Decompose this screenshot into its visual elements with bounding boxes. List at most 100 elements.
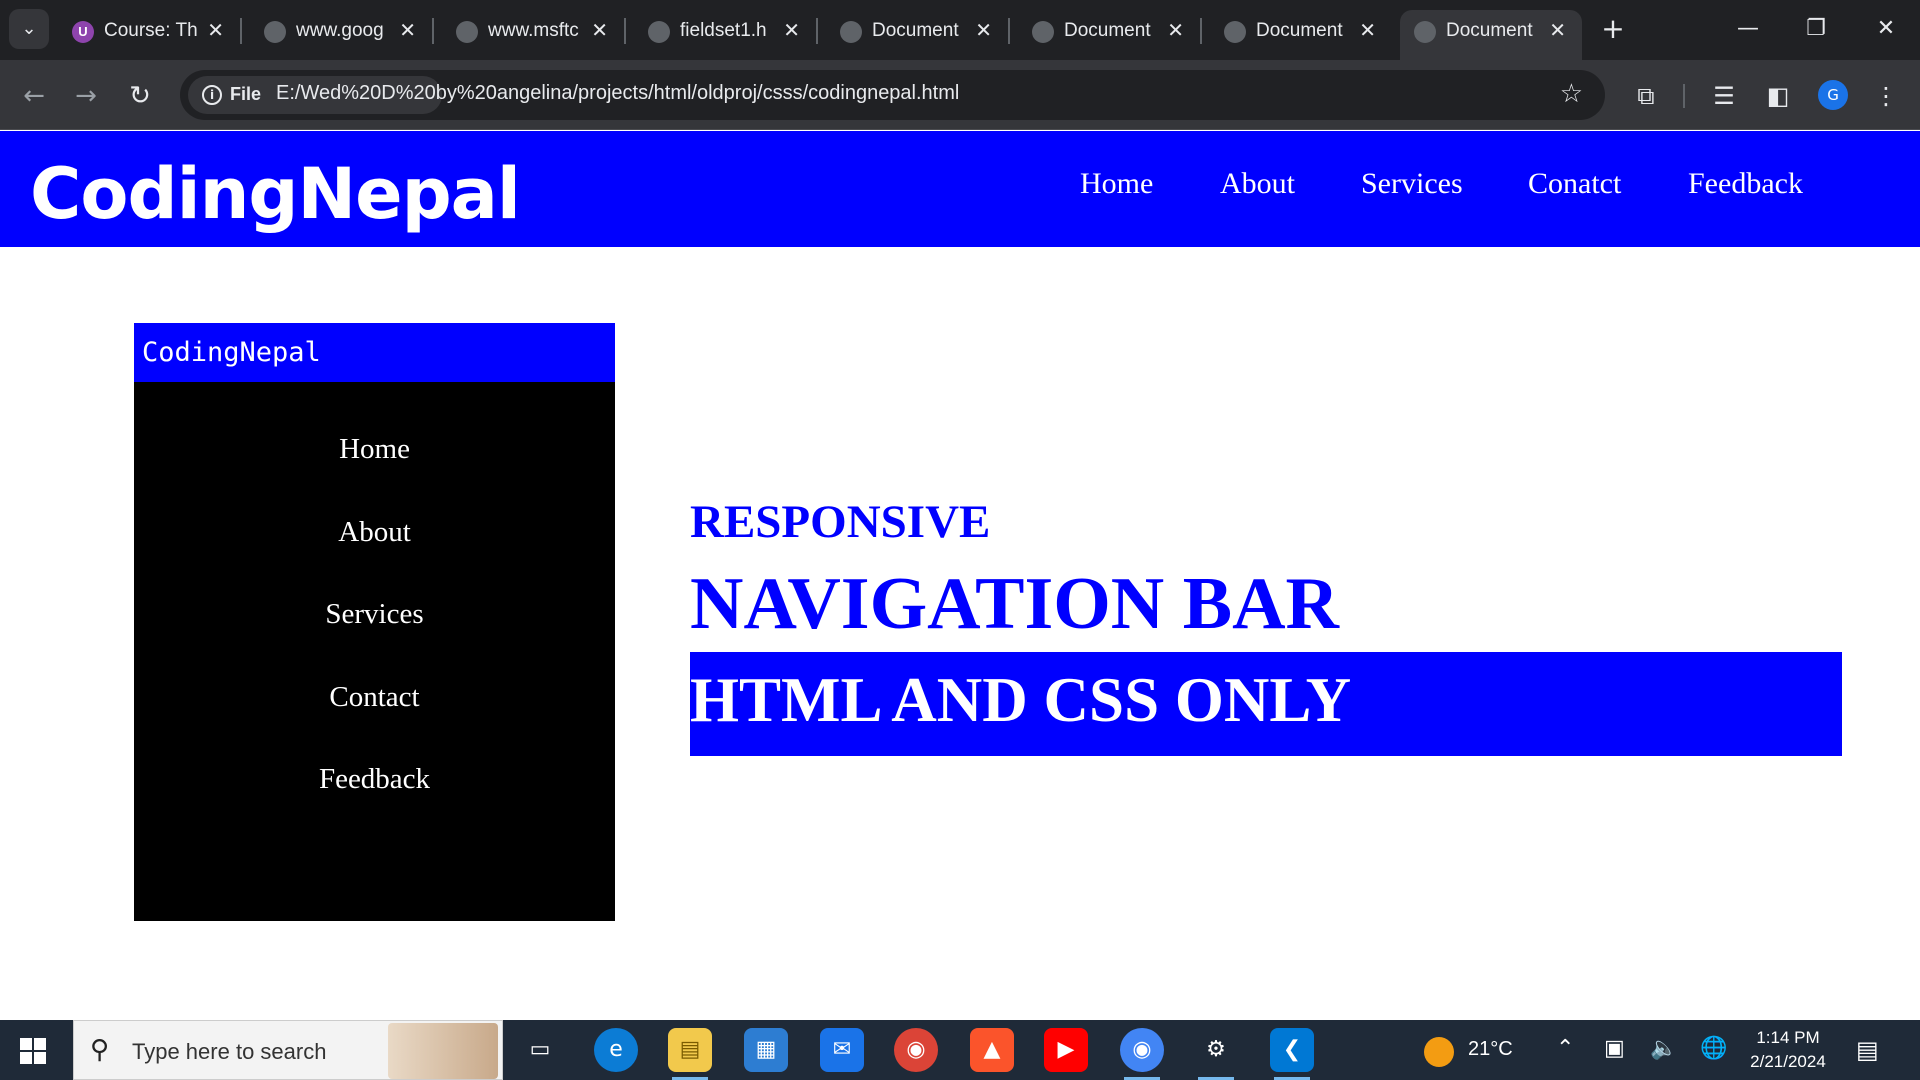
new-tab-button[interactable]: + xyxy=(1596,12,1630,46)
tab-separator xyxy=(624,18,626,44)
tab-title: Document xyxy=(1256,20,1343,41)
info-icon: i xyxy=(202,85,222,105)
close-tab-icon[interactable]: ✕ xyxy=(783,18,800,43)
file-explorer-icon[interactable]: ▤ xyxy=(668,1028,712,1080)
settings-gear-icon[interactable]: ⚙ xyxy=(1194,1028,1238,1080)
forward-icon[interactable]: → xyxy=(66,76,106,116)
tab-title: Document xyxy=(872,20,959,41)
web-page: CodingNepal Home About Services Conatct … xyxy=(0,131,1920,1020)
sidebar-item-about[interactable]: About xyxy=(134,516,615,549)
tab-separator xyxy=(432,18,434,44)
chrome-profile-icon[interactable]: ◉ xyxy=(1120,1028,1164,1080)
close-tab-icon[interactable]: ✕ xyxy=(399,18,416,43)
globe-icon xyxy=(840,21,862,43)
nav-link-about[interactable]: About xyxy=(1220,167,1295,201)
clock-time: 1:14 PM xyxy=(1756,1028,1820,1047)
windows-start-icon[interactable] xyxy=(20,1038,46,1064)
close-window-icon[interactable]: ✕ xyxy=(1866,12,1906,46)
tab-title: Document xyxy=(1446,20,1533,41)
side-panel-icon[interactable]: ◧ xyxy=(1760,78,1796,114)
close-tab-icon[interactable]: ✕ xyxy=(591,18,608,43)
search-placeholder: Type here to search xyxy=(132,1039,327,1064)
menu-kebab-icon[interactable]: ⋮ xyxy=(1868,78,1904,114)
nav-link-services[interactable]: Services xyxy=(1361,167,1463,201)
taskbar: ⚲ Type here to search ▭ e ▤ ▦ ✉ ◉ ▲ ▶ ◉ … xyxy=(0,1020,1920,1080)
sidebar-item-services[interactable]: Services xyxy=(134,598,615,631)
sidebar-title: CodingNepal xyxy=(134,323,615,382)
extensions-icon[interactable]: ⧉ xyxy=(1628,78,1664,114)
nav-link-home[interactable]: Home xyxy=(1080,167,1153,201)
task-view-icon[interactable]: ▭ xyxy=(518,1028,562,1072)
hero-banner: HTML AND CSS ONLY xyxy=(690,652,1842,756)
taskbar-search-box[interactable]: ⚲ Type here to search xyxy=(73,1020,503,1080)
hero-banner-text: HTML AND CSS ONLY xyxy=(690,665,1352,735)
brave-icon[interactable]: ▲ xyxy=(970,1028,1014,1072)
browser-tabstrip: ⌄ U Course: Th ✕ www.goog ✕ www.msftc ✕ … xyxy=(0,0,1920,60)
bookmark-star-icon[interactable]: ☆ xyxy=(1560,79,1583,109)
tab-separator xyxy=(1200,18,1202,44)
url-text[interactable]: E:/Wed%20D%20by%20angelina/projects/html… xyxy=(276,82,959,105)
close-tab-icon[interactable]: ✕ xyxy=(207,18,224,43)
edge-icon[interactable]: e xyxy=(594,1028,638,1072)
globe-icon xyxy=(264,21,286,43)
close-tab-icon[interactable]: ✕ xyxy=(1359,18,1376,43)
weather-temperature[interactable]: 21°C xyxy=(1468,1038,1513,1061)
nav-link-contact[interactable]: Conatct xyxy=(1528,167,1621,201)
tab[interactable]: Document ✕ xyxy=(826,10,1010,52)
taskbar-clock[interactable]: 1:14 PM 2/21/2024 xyxy=(1738,1026,1838,1074)
site-info-label: File xyxy=(230,84,262,104)
tab[interactable]: Document ✕ xyxy=(1018,10,1202,52)
address-bar[interactable]: i File E:/Wed%20D%20by%20angelina/projec… xyxy=(180,70,1605,120)
tab-separator xyxy=(816,18,818,44)
notifications-icon[interactable]: ▤ xyxy=(1856,1036,1879,1064)
tab[interactable]: www.msftc ✕ xyxy=(442,10,626,52)
tab-active[interactable]: Document ✕ xyxy=(1400,10,1582,60)
restore-icon[interactable]: ❐ xyxy=(1796,12,1836,46)
weather-sun-icon[interactable] xyxy=(1424,1037,1454,1067)
site-logo[interactable]: CodingNepal xyxy=(30,153,521,235)
tab-title: www.msftc xyxy=(488,20,579,41)
store-icon[interactable]: ▦ xyxy=(744,1028,788,1072)
meet-icon[interactable]: ▣ xyxy=(1604,1036,1625,1061)
globe-icon xyxy=(1032,21,1054,43)
search-highlight-image xyxy=(388,1023,498,1079)
search-icon: ⚲ xyxy=(90,1035,110,1065)
reload-icon[interactable]: ↻ xyxy=(120,76,160,116)
vscode-icon[interactable]: ❮ xyxy=(1270,1028,1314,1080)
tab-separator xyxy=(1008,18,1010,44)
sidebar-item-home[interactable]: Home xyxy=(134,433,615,466)
globe-icon xyxy=(1414,21,1436,43)
tab-search-button[interactable]: ⌄ xyxy=(9,9,49,49)
close-tab-icon[interactable]: ✕ xyxy=(1167,18,1184,43)
sidebar-item-feedback[interactable]: Feedback xyxy=(134,763,615,796)
tab-title: fieldset1.h xyxy=(680,20,767,41)
tab-title: www.goog xyxy=(296,20,384,41)
globe-icon xyxy=(648,21,670,43)
profile-avatar[interactable]: G xyxy=(1818,80,1848,110)
back-icon[interactable]: ← xyxy=(14,76,54,116)
minimize-icon[interactable]: — xyxy=(1728,12,1768,46)
network-globe-icon[interactable]: 🌐 xyxy=(1700,1036,1727,1061)
close-tab-icon[interactable]: ✕ xyxy=(975,18,992,43)
youtube-icon[interactable]: ▶ xyxy=(1044,1028,1088,1072)
hero-title: NAVIGATION BAR xyxy=(690,563,1339,645)
tab[interactable]: fieldset1.h ✕ xyxy=(634,10,818,52)
nav-link-feedback[interactable]: Feedback xyxy=(1688,167,1803,201)
tab-separator xyxy=(240,18,242,44)
sidebar-item-contact[interactable]: Contact xyxy=(134,681,615,714)
media-controls-icon[interactable]: ☰ xyxy=(1706,78,1742,114)
show-hidden-icons-icon[interactable]: ⌃ xyxy=(1556,1036,1574,1061)
tab[interactable]: U Course: Th ✕ xyxy=(58,10,242,52)
browser-toolbar: ← → ↻ i File E:/Wed%20D%20by%20angelina/… xyxy=(0,60,1920,130)
globe-icon xyxy=(1224,21,1246,43)
tab[interactable]: www.goog ✕ xyxy=(250,10,434,52)
tab-title: Course: Th xyxy=(104,20,198,41)
tab[interactable]: Document ✕ xyxy=(1210,10,1392,52)
chrome-icon[interactable]: ◉ xyxy=(894,1028,938,1072)
globe-icon xyxy=(456,21,478,43)
clock-date: 2/21/2024 xyxy=(1750,1052,1826,1071)
sidebar-menu: CodingNepal Home About Services Contact … xyxy=(134,323,615,921)
close-tab-icon[interactable]: ✕ xyxy=(1549,18,1566,43)
mail-icon[interactable]: ✉ xyxy=(820,1028,864,1072)
volume-icon[interactable]: 🔈 xyxy=(1650,1036,1677,1061)
